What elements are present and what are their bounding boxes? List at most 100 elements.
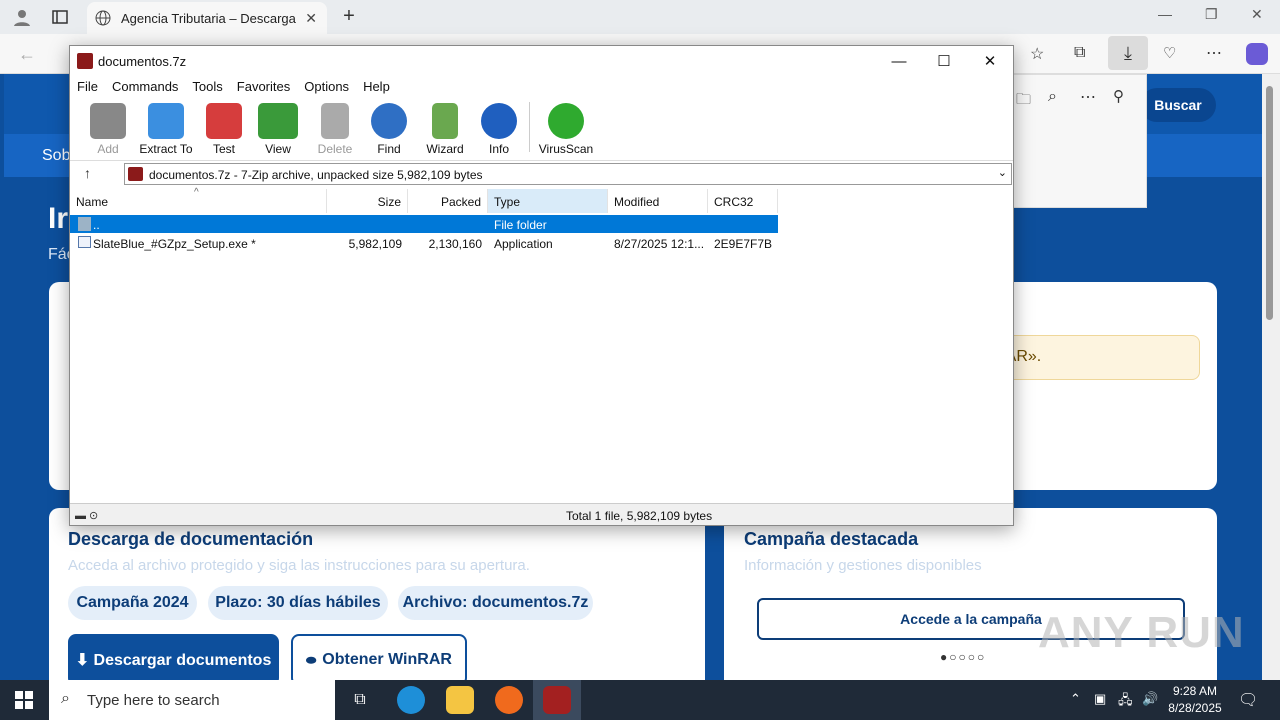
row-crc32: 2E9E7F7B bbox=[714, 237, 773, 251]
up-folder-icon[interactable]: ↑ bbox=[84, 165, 91, 181]
anyrun-watermark: ANY RUN bbox=[1038, 608, 1245, 657]
virusscan-button[interactable]: VirusScan bbox=[536, 101, 596, 156]
tray-chevron-icon[interactable]: ⌃ bbox=[1070, 691, 1081, 707]
collections-icon[interactable]: ⧉ bbox=[1074, 44, 1085, 62]
info-button[interactable]: Info bbox=[469, 101, 529, 156]
downloads-panel: 🗀 ⌕ ⋯ ⚲ bbox=[1013, 74, 1147, 208]
pill-campaign: Campaña 2024 bbox=[68, 586, 197, 620]
search-icon[interactable]: ⌕ bbox=[1048, 88, 1057, 106]
downloads-icon[interactable]: ⤓ bbox=[1108, 36, 1148, 70]
notifications-icon[interactable]: 🗨 bbox=[1238, 690, 1258, 710]
campaign-card-subtitle: Información y gestiones disponibles bbox=[744, 557, 982, 574]
delete-button[interactable]: Delete bbox=[305, 101, 365, 156]
copilot-icon[interactable] bbox=[1246, 43, 1268, 65]
application-icon bbox=[78, 236, 91, 248]
favorite-icon[interactable]: ☆ bbox=[1030, 44, 1044, 64]
new-tab-icon[interactable]: + bbox=[339, 5, 359, 27]
network-icon[interactable]: 🖧 bbox=[1118, 691, 1133, 713]
col-crc32[interactable]: CRC32 bbox=[708, 189, 778, 213]
win-minimize-icon[interactable]: — bbox=[876, 50, 922, 72]
view-icon bbox=[258, 103, 298, 139]
delete-label: Delete bbox=[317, 142, 353, 156]
extract-to-button[interactable]: Extract To bbox=[136, 101, 196, 156]
file-list: Name Size Packed Type Modified CRC32 ^ .… bbox=[70, 187, 1013, 502]
col-type[interactable]: Type bbox=[488, 189, 608, 213]
scrollbar-thumb[interactable] bbox=[1266, 86, 1273, 320]
menu-help[interactable]: Help bbox=[356, 76, 397, 98]
edge-icon[interactable] bbox=[397, 686, 425, 714]
path-bar: ↑ documentos.7z - 7-Zip archive, unpacke… bbox=[70, 160, 1013, 186]
start-icon[interactable] bbox=[14, 690, 34, 710]
col-size[interactable]: Size bbox=[327, 189, 408, 213]
table-row[interactable]: SlateBlue_#GZpz_Setup.exe * 5,982,109 2,… bbox=[70, 234, 778, 252]
menu-options[interactable]: Options bbox=[297, 76, 356, 98]
row-type: File folder bbox=[494, 218, 547, 232]
view-button[interactable]: View bbox=[248, 101, 308, 156]
winrar-taskbar-icon[interactable] bbox=[543, 686, 571, 714]
path-field[interactable]: documentos.7z - 7-Zip archive, unpacked … bbox=[124, 163, 1012, 185]
carousel-dots[interactable]: ●○○○○ bbox=[940, 650, 986, 664]
folder-icon[interactable]: 🗀 bbox=[1016, 89, 1031, 114]
taskbar: ⌕ Type here to search ⧉ ⌃ ▣ 🖧 🔊 9:28 AM … bbox=[0, 680, 1280, 720]
clock[interactable]: 9:28 AM 8/28/2025 bbox=[1160, 683, 1230, 717]
table-row[interactable]: .. File folder bbox=[70, 215, 778, 233]
col-modified[interactable]: Modified bbox=[608, 189, 708, 213]
wizard-button[interactable]: Wizard bbox=[415, 101, 475, 156]
search-button[interactable]: Buscar bbox=[1140, 88, 1216, 122]
minimize-icon[interactable]: — bbox=[1158, 6, 1172, 22]
win-close-icon[interactable]: ✕ bbox=[967, 50, 1013, 72]
close-window-icon[interactable]: ✕ bbox=[1251, 6, 1263, 23]
get-winrar-button[interactable]: ⬬ Obtener WinRAR bbox=[291, 634, 467, 686]
view-label: View bbox=[265, 142, 291, 156]
file-explorer-icon[interactable] bbox=[446, 686, 474, 714]
menu-file[interactable]: File bbox=[70, 76, 105, 98]
win-maximize-icon[interactable]: ☐ bbox=[921, 50, 967, 72]
heart-icon[interactable]: ♡ bbox=[1163, 44, 1176, 62]
taskbar-search[interactable]: ⌕ Type here to search bbox=[49, 680, 335, 720]
info-label: Info bbox=[488, 142, 509, 156]
clock-date: 8/28/2025 bbox=[1168, 701, 1222, 715]
test-button[interactable]: Test bbox=[194, 101, 254, 156]
status-icons: ▬ ⊙ bbox=[75, 510, 99, 522]
wizard-label: Wizard bbox=[426, 142, 464, 156]
profile-icon[interactable] bbox=[10, 6, 34, 28]
chevron-down-icon[interactable]: ⌄ bbox=[998, 166, 1007, 179]
info-icon bbox=[481, 103, 517, 139]
volume-icon[interactable]: 🔊 bbox=[1142, 691, 1158, 707]
menu-commands[interactable]: Commands bbox=[105, 76, 185, 98]
firefox-icon[interactable] bbox=[495, 686, 523, 714]
download-card-title: Descarga de documentación bbox=[68, 529, 314, 549]
browser-tab-active[interactable]: Agencia Tributaria – Descarga de ✕ bbox=[87, 2, 327, 34]
app-icon bbox=[77, 53, 93, 69]
restore-icon[interactable]: ❐ bbox=[1205, 6, 1218, 23]
toolbar-separator bbox=[529, 102, 530, 152]
row-modified: 8/27/2025 12:1... bbox=[614, 237, 704, 251]
sort-arrow-icon: ^ bbox=[194, 187, 199, 198]
more-icon[interactable]: ⋯ bbox=[1206, 43, 1222, 63]
virusscan-icon bbox=[548, 103, 584, 139]
status-text: Total 1 file, 5,982,109 bytes bbox=[566, 509, 713, 523]
find-label: Find bbox=[377, 142, 401, 156]
globe-icon bbox=[95, 10, 111, 26]
add-icon bbox=[90, 103, 126, 139]
row-name: SlateBlue_#GZpz_Setup.exe * bbox=[93, 237, 256, 251]
tab-actions-icon[interactable] bbox=[50, 7, 70, 27]
menu-favorites[interactable]: Favorites bbox=[230, 76, 297, 98]
hero-title: Ir bbox=[48, 202, 69, 235]
back-icon[interactable]: ← bbox=[18, 44, 36, 65]
close-tab-icon[interactable]: ✕ bbox=[305, 10, 317, 27]
extract-icon bbox=[148, 103, 184, 139]
menu-tools[interactable]: Tools bbox=[185, 76, 229, 98]
find-button[interactable]: Find bbox=[359, 101, 419, 156]
search-icon: ⌕ bbox=[61, 690, 70, 707]
col-packed[interactable]: Packed bbox=[408, 189, 488, 213]
tray-device-icon[interactable]: ▣ bbox=[1094, 691, 1106, 707]
add-button[interactable]: Add bbox=[78, 101, 138, 156]
task-view-icon[interactable]: ⧉ bbox=[346, 686, 374, 714]
pin-icon[interactable]: ⚲ bbox=[1113, 87, 1124, 105]
download-documents-button[interactable]: ⬇ Descargar documentos bbox=[68, 634, 279, 686]
folder-up-icon bbox=[78, 217, 91, 231]
test-icon bbox=[206, 103, 242, 139]
find-icon bbox=[371, 103, 407, 139]
more-options-icon[interactable]: ⋯ bbox=[1080, 87, 1096, 107]
